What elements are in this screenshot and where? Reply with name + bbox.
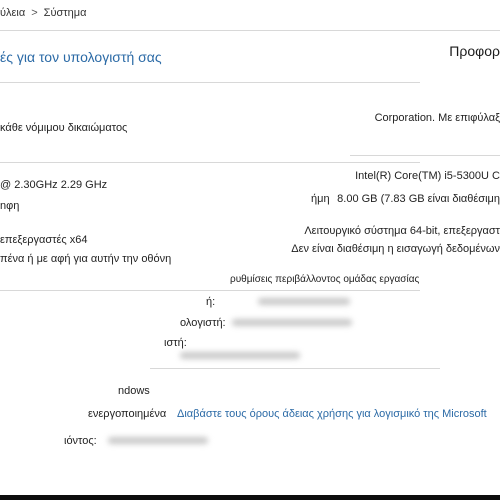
section-divider-2 (0, 162, 420, 163)
product-id-value (108, 437, 208, 444)
side-panel-title: Προφορ (449, 43, 500, 59)
description-label: ιστή: (164, 337, 187, 349)
architecture-label: επεξεργαστές x64 (0, 234, 88, 246)
description-value (180, 352, 300, 359)
memory-label: ήμη (311, 193, 330, 205)
section-divider-3 (0, 290, 420, 291)
section-divider-4 (150, 368, 440, 369)
full-name-value (232, 319, 352, 326)
section-divider (0, 82, 420, 83)
pen-touch-label: πένα ή με αφή για αυτήν την οθόνη (0, 253, 172, 265)
breadcrumb-separator: > (31, 7, 38, 19)
activation-status: ενεργοποιημένα (88, 408, 167, 420)
workgroup-settings-heading: ρυθμίσεις περιβάλλοντος ομάδας εργασίας (230, 274, 420, 285)
license-terms-link[interactable]: Διαβάστε τους όρους άδειας χρήσης για λο… (177, 408, 487, 420)
breadcrumb-current: Σύστημα (43, 7, 87, 19)
computer-name-value (258, 298, 350, 305)
breadcrumb: ύλεια > Σύστημα (0, 7, 86, 19)
memory-value: 8.00 GB (7.83 GB είναι διαθέσιμη (337, 193, 500, 205)
computer-name-label: ή: (206, 296, 216, 308)
company-text: Corporation. Με επιφύλαξ (374, 112, 500, 124)
breadcrumb-parent[interactable]: ύλεια (0, 7, 25, 19)
processor-value: Intel(R) Core(TM) i5-5300U C (355, 170, 500, 182)
side-divider (350, 155, 500, 156)
page-title: ές για τον υπολογιστή σας (0, 49, 162, 65)
copyright-text: κάθε νόμιμου δικαιώματος (0, 122, 128, 134)
full-name-label: ολογιστή: (180, 317, 226, 329)
header-divider (0, 30, 500, 31)
taskbar-edge (0, 495, 500, 500)
os-type-value: Λειτουργικό σύστημα 64-bit, επεξεργαστ (304, 225, 500, 237)
cpu-speed: @ 2.30GHz 2.29 GHz (0, 179, 108, 191)
processor-label: nφη (0, 200, 20, 212)
pen-touch-value: Δεν είναι διαθέσιμη η εισαγωγή δεδομένων (291, 243, 500, 255)
product-id-label: ιόντος: (64, 435, 97, 447)
activation-header: ndows (118, 385, 150, 397)
